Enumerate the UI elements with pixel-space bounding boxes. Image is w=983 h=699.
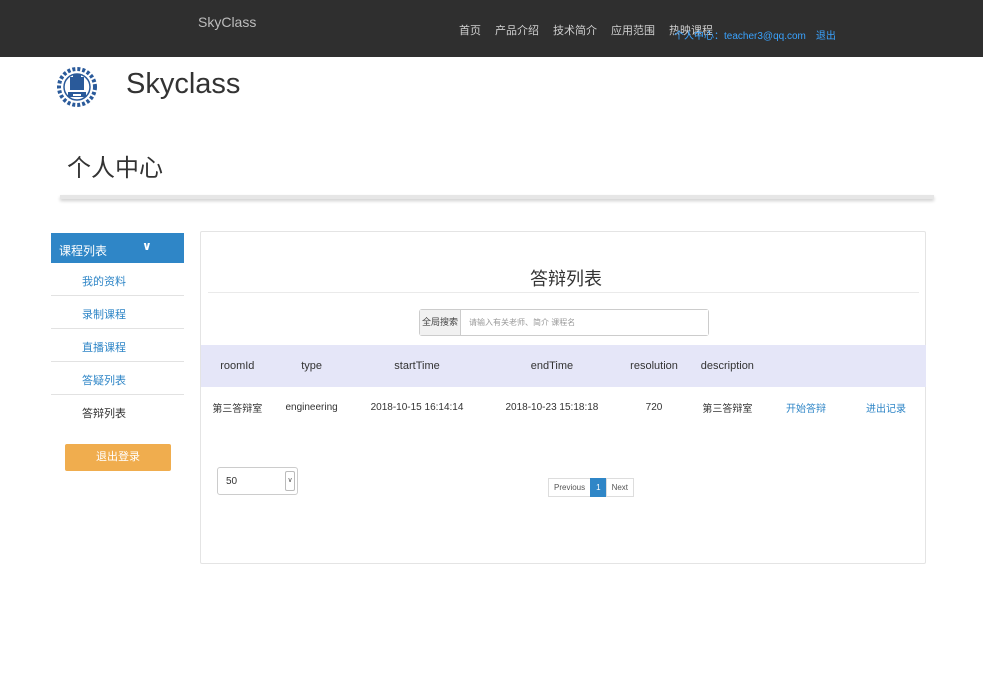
defense-list-panel: 答辩列表 全局搜索 roomId type startTime endTime … [200, 231, 926, 564]
navbar-brand[interactable]: SkyClass [198, 14, 256, 30]
sidebar-item-live-courses[interactable]: 直播课程 [51, 329, 184, 362]
pagination-previous[interactable]: Previous [548, 478, 592, 497]
col-action-1 [766, 345, 846, 387]
sidebar-header-course-list[interactable]: 课程列表 ∨ [51, 233, 184, 263]
logo-text: Skyclass [126, 68, 241, 100]
sidebar-item-qa-list[interactable]: 答疑列表 [51, 362, 184, 395]
sidebar: 课程列表 ∨ 我的资料 录制课程 直播课程 答疑列表 答辩列表 [51, 233, 184, 428]
cell-endtime: 2018-10-23 15:18:18 [505, 402, 599, 413]
panel-title: 答辩列表 [530, 269, 602, 289]
sidebar-header-label: 课程列表 [59, 244, 108, 258]
sidebar-item-recorded-courses[interactable]: 录制课程 [51, 296, 184, 329]
panel-divider [208, 292, 919, 293]
cell-description: 第三答辩室 [702, 404, 753, 415]
cell-resolution: 720 [645, 402, 663, 413]
pagination: Previous 1 Next [548, 478, 635, 497]
col-endtime[interactable]: endTime [484, 345, 619, 387]
logout-link[interactable]: 退出 [816, 27, 836, 42]
chevron-down-icon: ∨ [142, 239, 152, 253]
sidebar-item-profile[interactable]: 我的资料 [51, 263, 184, 296]
start-defense-link[interactable]: 开始答辩 [766, 387, 846, 428]
sidebar-item-defense-list[interactable]: 答辩列表 [51, 395, 184, 428]
cell-starttime: 2018-10-15 16:14:14 [370, 402, 464, 413]
university-logo-icon [57, 67, 97, 107]
nav-link-home[interactable]: 首页 [459, 22, 481, 38]
page-size-value: 50 [226, 476, 238, 487]
cell-type: engineering [285, 402, 338, 413]
table-header-row: roomId type startTime endTime resolution… [201, 345, 926, 387]
search-input[interactable] [461, 310, 708, 335]
search-label: 全局搜索 [420, 310, 461, 335]
global-search: 全局搜索 [419, 309, 709, 336]
access-log-link[interactable]: 进出记录 [846, 387, 926, 428]
col-action-2 [846, 345, 926, 387]
col-starttime[interactable]: startTime [350, 345, 485, 387]
page-size-select[interactable]: 50 ∨ [217, 467, 298, 495]
col-resolution[interactable]: resolution [619, 345, 688, 387]
table-row: 第三答辩室 engineering 2018-10-15 16:14:14 20… [201, 387, 926, 428]
nav-link-tech[interactable]: 技术简介 [553, 22, 597, 38]
nav-link-products[interactable]: 产品介绍 [495, 22, 539, 38]
nav-user-area: 个人中心：teacher3@qq.com 退出 [674, 27, 836, 42]
col-roomid[interactable]: roomId [201, 345, 274, 387]
top-navbar: SkyClass 首页 产品介绍 技术简介 应用范围 热映课程 个人中心：tea… [0, 0, 983, 57]
header-divider [60, 195, 934, 199]
col-type[interactable]: type [274, 345, 350, 387]
pagination-page-1[interactable]: 1 [590, 478, 607, 497]
defense-table: roomId type startTime endTime resolution… [201, 345, 926, 428]
chevron-down-icon: ∨ [285, 471, 295, 491]
cell-roomid: 第三答辩室 [212, 404, 263, 415]
page-title: 个人中心 [67, 155, 163, 182]
nav-link-scope[interactable]: 应用范围 [611, 22, 655, 38]
col-description[interactable]: description [689, 345, 766, 387]
user-center-link[interactable]: 个人中心：teacher3@qq.com [674, 27, 806, 42]
pagination-next[interactable]: Next [605, 478, 635, 497]
logout-button[interactable]: 退出登录 [65, 444, 171, 471]
